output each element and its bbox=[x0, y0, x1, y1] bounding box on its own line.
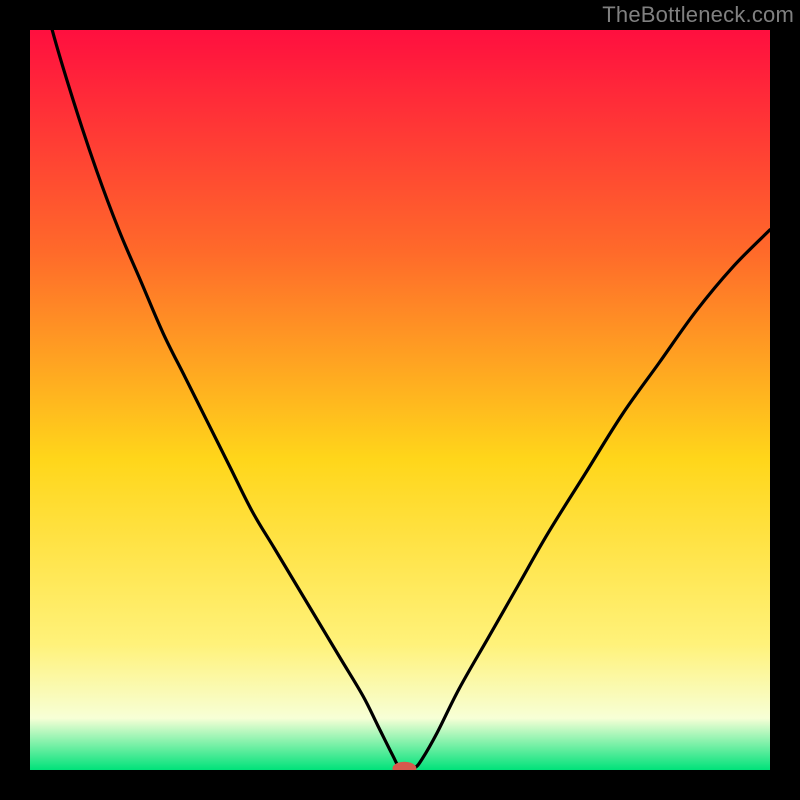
watermark-text: TheBottleneck.com bbox=[602, 2, 794, 28]
bottleneck-chart bbox=[0, 0, 800, 800]
optimum-marker bbox=[393, 762, 416, 775]
plot-background bbox=[30, 30, 770, 770]
chart-frame: { "watermark": "TheBottleneck.com", "col… bbox=[0, 0, 800, 800]
